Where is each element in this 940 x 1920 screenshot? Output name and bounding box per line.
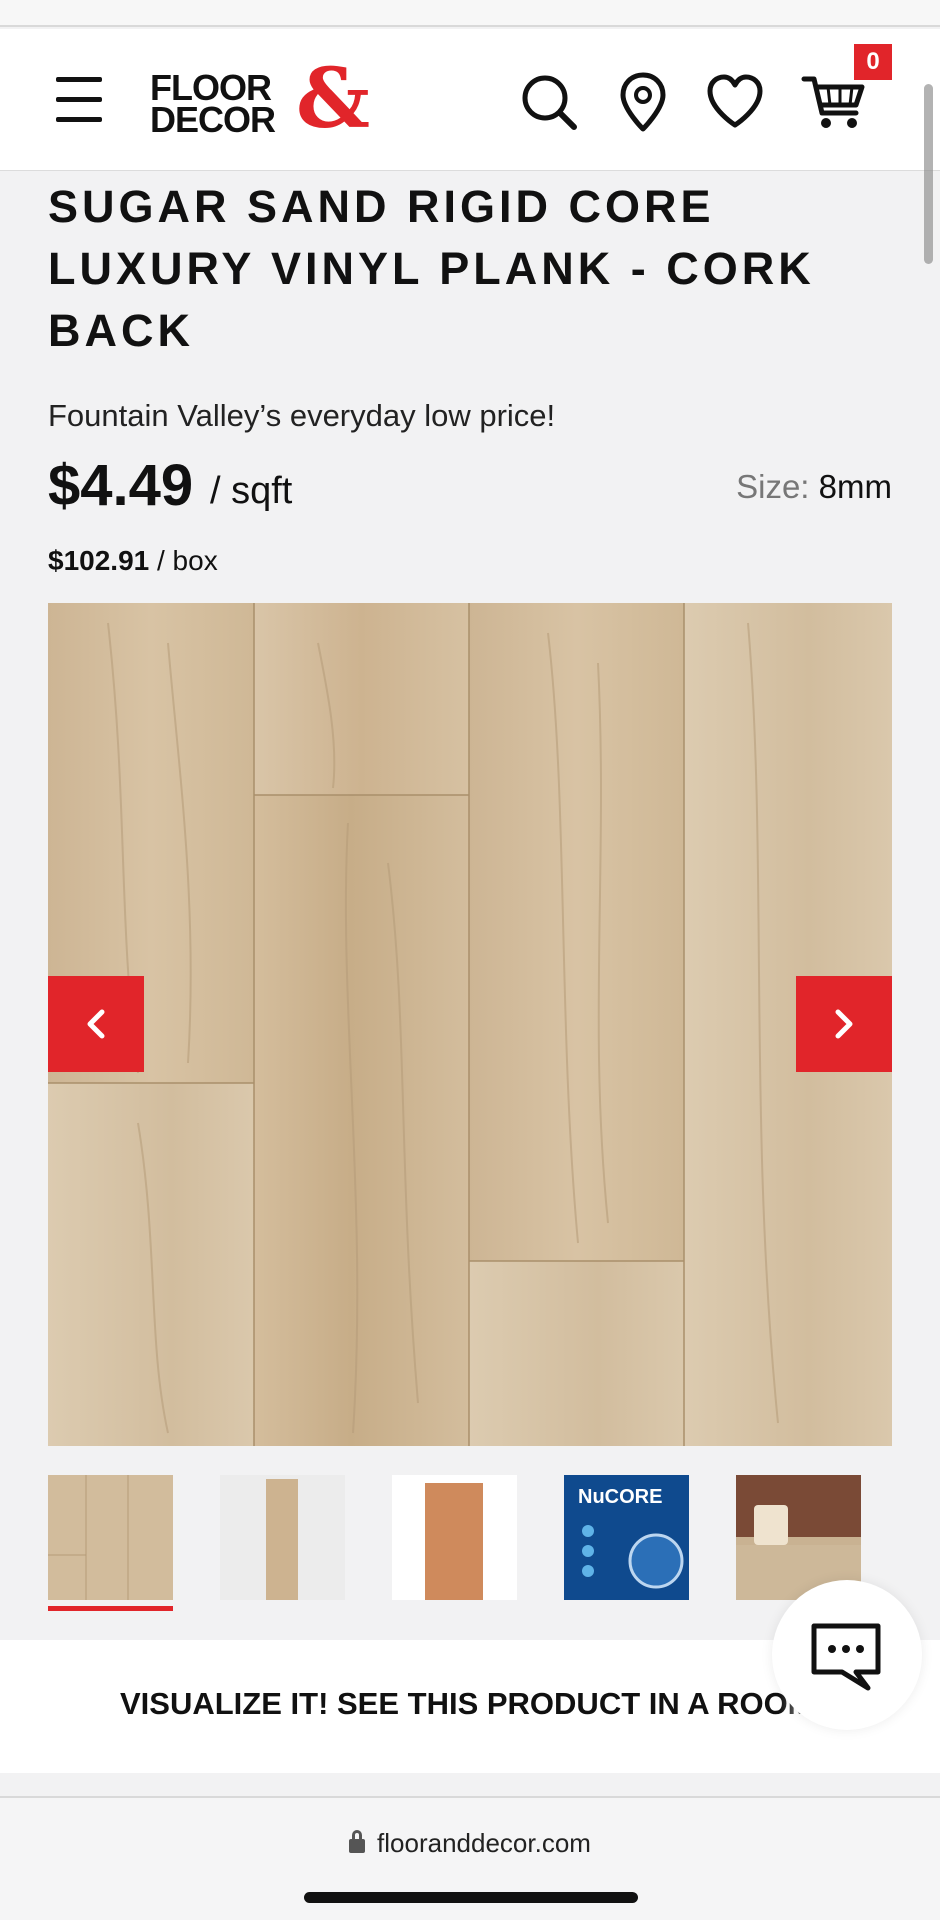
prev-image-button[interactable]	[48, 976, 144, 1072]
hamburger-menu-icon[interactable]	[54, 77, 106, 123]
thumbnail-cork-image	[392, 1475, 517, 1600]
nucore-label: NuCORE	[578, 1486, 662, 1508]
thumbnail-4[interactable]: NuCORE	[564, 1475, 689, 1600]
chat-icon	[811, 1623, 881, 1691]
thumbnail-2[interactable]	[220, 1475, 345, 1600]
visualize-label: VISUALIZE IT! SEE THIS PRODUCT IN A ROOM	[120, 1686, 814, 1721]
browser-address-bar: flooranddecor.com	[0, 1796, 940, 1920]
box-price-unit: / box	[157, 545, 218, 576]
product-main-image[interactable]	[48, 603, 892, 1446]
price-unit: / sqft	[210, 470, 293, 512]
url-text: flooranddecor.com	[377, 1828, 591, 1858]
size-label: Size:	[736, 468, 810, 505]
url-display[interactable]: flooranddecor.com	[0, 1828, 940, 1859]
search-icon[interactable]	[516, 69, 582, 135]
box-price-value: $102.91	[48, 545, 150, 576]
page-scrollbar[interactable]	[924, 84, 933, 264]
logo-ampersand: &	[296, 51, 371, 147]
next-image-button[interactable]	[796, 976, 892, 1072]
thumbnail-wood-image	[48, 1475, 173, 1600]
chevron-right-icon	[835, 1009, 853, 1039]
site-header: FLOOR DECOR & 0	[0, 29, 940, 171]
wood-plank-image	[48, 603, 892, 1446]
price-per-sqft: $4.49	[48, 453, 194, 518]
thumbnail-nucore-image: NuCORE	[564, 1475, 689, 1600]
thumbnail-3[interactable]	[392, 1475, 517, 1600]
chevron-left-icon	[87, 1009, 105, 1039]
cart-count-badge: 0	[854, 44, 892, 80]
size-value: 8mm	[818, 468, 892, 505]
selected-thumbnail-indicator	[48, 1606, 173, 1611]
thumbnail-1[interactable]	[48, 1475, 173, 1600]
lock-icon	[349, 1830, 366, 1853]
size-indicator: Size: 8mm	[736, 468, 892, 506]
logo-word-decor: DECOR	[150, 99, 276, 140]
thumbnail-plank-image	[220, 1475, 345, 1600]
product-title: SUGAR SAND RIGID CORE LUXURY VINYL PLANK…	[48, 181, 815, 356]
store-price-line: Fountain Valley’s everyday low price!	[48, 398, 556, 433]
heart-icon[interactable]	[702, 69, 768, 135]
floor-decor-logo[interactable]: FLOOR DECOR &	[150, 58, 370, 144]
chat-button[interactable]	[772, 1580, 922, 1730]
home-indicator[interactable]	[304, 1892, 638, 1903]
status-strip	[0, 0, 940, 27]
location-pin-icon[interactable]	[610, 69, 676, 135]
box-price: $102.91 / box	[48, 545, 218, 577]
